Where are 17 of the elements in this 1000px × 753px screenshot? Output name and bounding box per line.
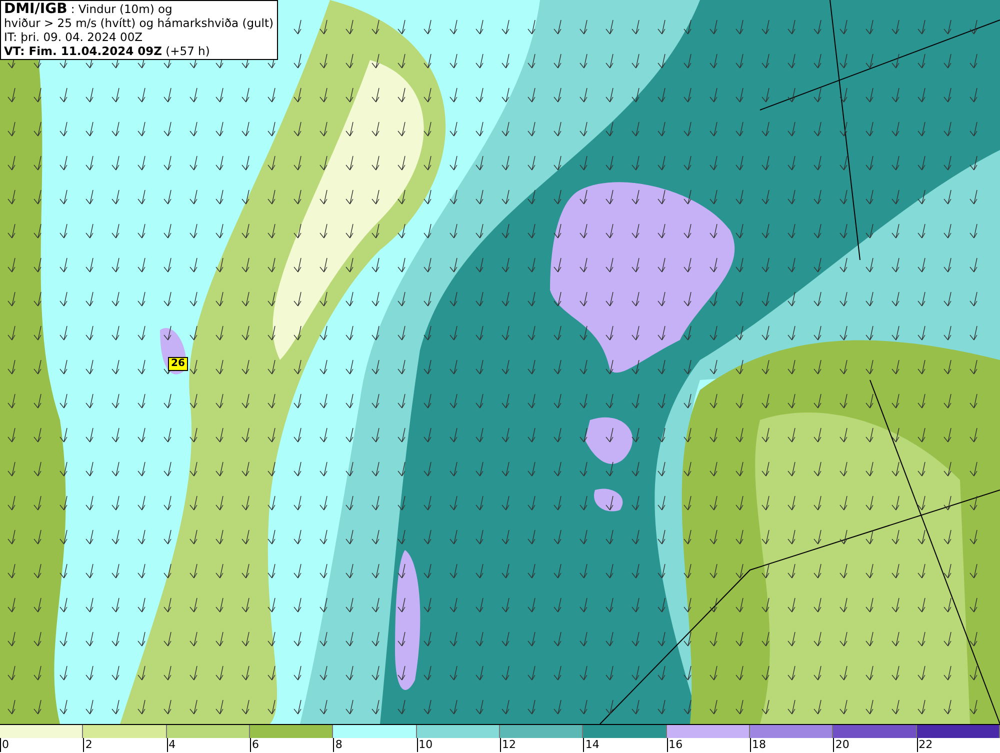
caption-line: hviður > 25 m/s (hvítt) og hámarkshviða (gult)	[4, 16, 274, 30]
legend-tick-label: 0	[0, 738, 9, 752]
issue-time-text: IT: þri. 09. 04. 2024 00Z	[4, 30, 144, 44]
legend-tick-label: 22	[916, 738, 933, 752]
legend-tick-label: 4	[166, 738, 176, 752]
legend-tick-label: 6	[250, 738, 259, 752]
legend-tick-label: 10	[416, 738, 433, 752]
legend-tick-label: 12	[500, 738, 516, 752]
legend-tick-label: 2	[83, 738, 92, 752]
legend-tick-label: 14	[583, 738, 600, 752]
legend-tick-label: 18	[750, 738, 766, 752]
legend-tick-label: 8	[333, 738, 342, 752]
legend-tick-label: 16	[666, 738, 683, 752]
legend-tick-label: 20	[833, 738, 850, 752]
max-gust-label: 26	[168, 357, 188, 371]
caption-title: DMI/IGB : Vindur (10m) og	[4, 2, 174, 16]
valid-time-text: VT: Fim. 11.04.2024 09Z (+57 h)	[4, 44, 211, 58]
